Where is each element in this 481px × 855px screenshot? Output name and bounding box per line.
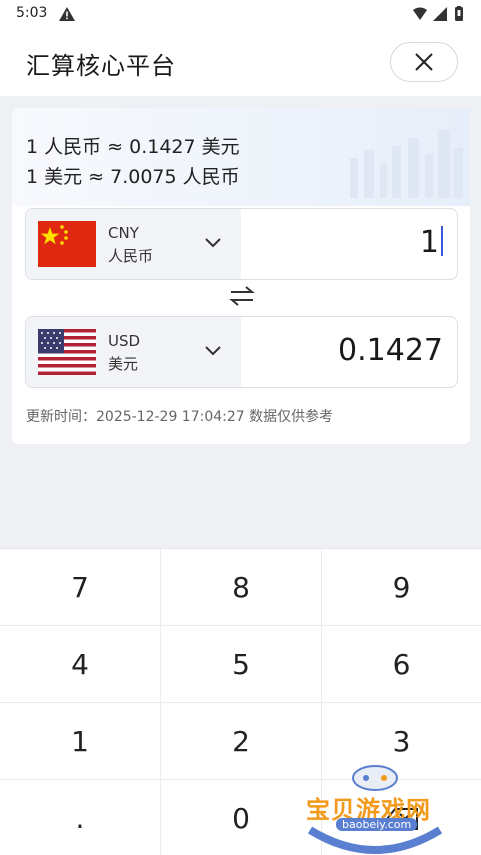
to-currency-name: 美元 (108, 355, 139, 373)
signal-icon (433, 7, 447, 21)
system-status-icons (413, 6, 463, 21)
update-time-note: 更新时间：2025-12-29 17:04:27 数据仅供参考 (26, 409, 334, 425)
close-button[interactable] (390, 42, 458, 82)
from-amount-input[interactable]: 1 (420, 225, 443, 260)
from-amount-value: 1 (419, 225, 439, 260)
key-8[interactable]: 8 (161, 549, 322, 626)
usa-flag-icon (38, 329, 96, 375)
key-9[interactable]: 9 (322, 549, 481, 626)
converter-card: 1 人民币 ≈ 0.1427 美元 1 美元 ≈ 7.0075 人民币 CNY … (12, 108, 470, 444)
key-4[interactable]: 4 (0, 626, 161, 703)
page-title: 汇算核心平台 (26, 52, 176, 80)
key-5[interactable]: 5 (161, 626, 322, 703)
text-caret (441, 226, 443, 256)
from-currency-code: CNY (108, 224, 139, 242)
from-currency-selector[interactable]: CNY 人民币 (26, 209, 241, 279)
china-flag-icon (38, 221, 96, 267)
to-amount-output[interactable]: 0.1427 (338, 333, 443, 368)
key-0[interactable]: 0 (161, 780, 322, 855)
to-currency-code: USD (108, 332, 141, 350)
key-6[interactable]: 6 (322, 626, 481, 703)
status-time: 5:03 (16, 5, 48, 21)
app-bar: 汇算核心平台 (0, 28, 481, 96)
rate-usd-to-cny: 1 美元 ≈ 7.0075 人民币 (26, 166, 240, 188)
from-currency-row: CNY 人民币 1 (25, 208, 458, 280)
key-7[interactable]: 7 (0, 549, 161, 626)
rate-cny-to-usd: 1 人民币 ≈ 0.1427 美元 (26, 136, 240, 158)
key-2[interactable]: 2 (161, 703, 322, 780)
close-icon (415, 53, 433, 71)
swap-icon[interactable] (229, 285, 255, 307)
to-currency-selector[interactable]: USD 美元 (26, 317, 241, 387)
key-1[interactable]: 1 (0, 703, 161, 780)
to-currency-row: USD 美元 0.1427 (25, 316, 458, 388)
warning-icon (59, 7, 75, 21)
wifi-icon (413, 7, 427, 20)
status-bar: 5:03 (0, 0, 481, 28)
chevron-down-icon (205, 238, 221, 248)
watermark-url: baobeiy.com (336, 818, 418, 831)
chevron-down-icon (205, 346, 221, 356)
skyline-decoration-icon (350, 130, 463, 198)
key-decimal[interactable]: . (0, 780, 161, 855)
from-currency-name: 人民币 (108, 247, 154, 265)
